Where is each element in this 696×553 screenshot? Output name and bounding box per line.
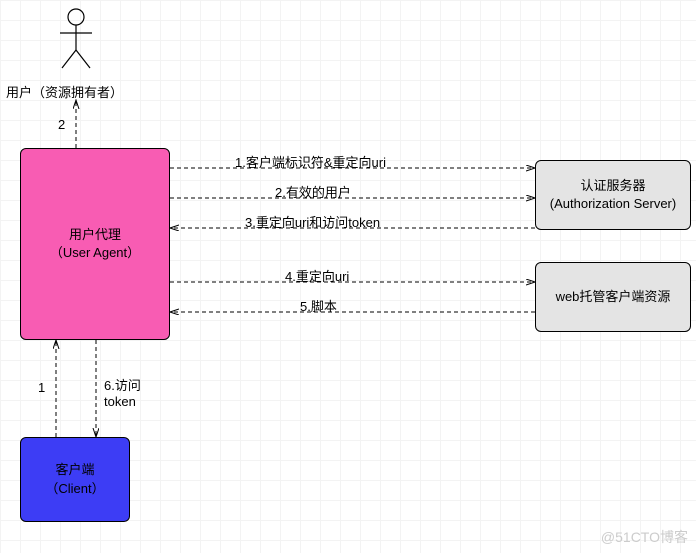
edge-label-2: 2 — [58, 117, 65, 132]
node-web-resource: web托管客户端资源 — [535, 262, 691, 332]
user-agent-line2: （User Agent） — [50, 244, 140, 262]
user-agent-line1: 用户代理 — [69, 226, 121, 244]
edge-label-m2: 2.有效的用户 — [275, 182, 351, 201]
node-client: 客户端 （Client） — [20, 437, 130, 522]
client-line2: （Client） — [45, 480, 104, 498]
actor-user-label: 用户（资源拥有者） — [6, 82, 123, 101]
auth-server-line2: (Authorization Server) — [550, 195, 676, 213]
edge-label-6-line1: 6.访问 — [104, 378, 141, 394]
edge-label-m4: 4.重定向uri — [285, 266, 349, 285]
edge-label-1: 1 — [38, 380, 45, 395]
watermark: @51CTO博客 — [601, 527, 688, 547]
client-line1: 客户端 — [55, 461, 94, 479]
node-auth-server: 认证服务器 (Authorization Server) — [535, 160, 691, 230]
edge-label-6-line2: token — [104, 394, 141, 410]
edge-label-6: 6.访问 token — [104, 378, 141, 409]
edge-label-m3: 3.重定向uri和访问token — [245, 212, 380, 231]
edge-label-m5: 5.脚本 — [300, 296, 337, 315]
web-resource-line1: web托管客户端资源 — [556, 288, 671, 306]
node-user-agent: 用户代理 （User Agent） — [20, 148, 170, 340]
edge-label-m1: 1.客户端标识符&重定向uri — [235, 152, 386, 171]
auth-server-line1: 认证服务器 — [580, 177, 645, 195]
